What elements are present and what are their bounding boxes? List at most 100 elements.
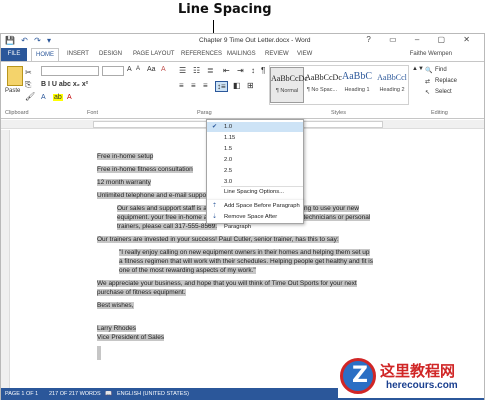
watermark-url: herecours.com (386, 380, 458, 391)
doc-line-warranty[interactable]: 12 month warranty (97, 179, 151, 186)
doc-line-support[interactable]: Unlimited telephone and e-mail suppor (97, 192, 209, 199)
style-no-spacing[interactable]: AaBbCcDc ¶ No Spac... (305, 67, 342, 103)
tab-mailings[interactable]: MAILINGS (227, 51, 256, 57)
styles-more-icon[interactable]: ▲▼ (412, 66, 424, 72)
copy-icon[interactable]: ⎘ (25, 80, 31, 90)
watermark-logo-letter: Z (352, 363, 368, 388)
format-painter-icon[interactable]: 🖌 (25, 92, 35, 101)
numbering-icon[interactable]: ☷ (193, 66, 200, 75)
option-label: 2.0 (224, 157, 233, 163)
show-marks-icon[interactable]: ¶ (261, 66, 265, 75)
option-label: Add Space Before Paragraph (224, 203, 300, 209)
sort-icon[interactable]: ↕ (251, 66, 255, 75)
multilevel-list-icon[interactable]: ≣ (207, 66, 214, 75)
find-button[interactable]: Find (435, 67, 447, 73)
tab-home[interactable]: HOME (31, 48, 59, 61)
select-button[interactable]: Select (435, 89, 452, 95)
proofing-icon[interactable]: 📖 (105, 391, 112, 397)
highlight-icon[interactable]: ab (53, 94, 63, 101)
doc-paragraph-appreciate[interactable]: We appreciate your business, and hope th… (97, 280, 357, 296)
tab-insert[interactable]: INSERT (67, 51, 89, 57)
site-watermark: Z 这里教程网 herecours.com (338, 356, 484, 398)
style-sample: AaBbCcDc (305, 73, 342, 82)
tab-view[interactable]: VIEW (297, 51, 312, 57)
style-sample: AaBbCcl (377, 73, 407, 82)
style-normal[interactable]: AaBbCcDc ¶ Normal (270, 67, 308, 103)
grow-font-icon[interactable]: A (127, 66, 132, 73)
user-name[interactable]: Faithe Wempen (410, 51, 452, 57)
style-heading-1[interactable]: AaBbC Heading 1 (340, 67, 374, 103)
bullets-icon[interactable]: ☰ (179, 66, 186, 75)
tab-page-layout[interactable]: PAGE LAYOUT (133, 51, 174, 57)
remove-space-after-item[interactable]: ⇣ Remove Space After Paragraph (207, 212, 303, 230)
line-spacing-option-1-15[interactable]: 1.15 (207, 133, 303, 143)
doc-line-setup[interactable]: Free in-home setup (97, 153, 154, 160)
title-bar: 💾 ↶ ↷ ▾ Chapter 9 Time Out Letter.docx -… (1, 34, 484, 48)
style-sample: AaBbC (342, 71, 372, 82)
change-case-icon[interactable]: Aa (147, 66, 156, 73)
vertical-ruler[interactable] (1, 130, 10, 388)
style-sample: AaBbCcDc (271, 74, 308, 83)
line-spacing-option-2-0[interactable]: 2.0 (207, 155, 303, 165)
option-label: 1.5 (224, 146, 233, 152)
paste-button-label[interactable]: Paste (5, 88, 20, 94)
decrease-indent-icon[interactable]: ⇤ (223, 66, 230, 75)
center-icon[interactable]: ≡ (191, 81, 196, 90)
doc-empty-line[interactable] (97, 346, 101, 360)
find-icon[interactable]: 🔍 (425, 67, 432, 74)
add-space-before-item[interactable]: ⇡ Add Space Before Paragraph (207, 201, 303, 211)
line-spacing-options-link[interactable]: Line Spacing Options... (207, 187, 303, 197)
group-clipboard-label: Clipboard (5, 110, 29, 116)
doc-paragraph-trainers[interactable]: Our trainers are invested in your succes… (97, 236, 339, 243)
line-spacing-option-2-5[interactable]: 2.5 (207, 166, 303, 176)
select-icon[interactable]: ↖ (425, 89, 430, 96)
style-label: Heading 2 (379, 87, 405, 93)
font-name-box[interactable] (41, 66, 99, 76)
doc-closing[interactable]: Best wishes, (97, 302, 134, 309)
tab-references[interactable]: REFERENCES (181, 51, 222, 57)
status-page[interactable]: PAGE 1 OF 1 (5, 391, 38, 397)
remove-space-icon: ⇣ (212, 214, 218, 220)
doc-line-consultation[interactable]: Free in-home fitness consultation (97, 166, 193, 173)
doc-signature-title[interactable]: Vice President of Sales (97, 334, 165, 341)
status-words[interactable]: 217 OF 217 WORDS (49, 391, 101, 397)
font-size-box[interactable] (102, 66, 124, 76)
borders-icon[interactable]: ⊞ (247, 81, 254, 90)
quick-access-toolbar[interactable]: 💾 ↶ ↷ ▾ (5, 36, 53, 45)
watermark-site-name: 这里教程网 (380, 362, 456, 380)
doc-signature-name[interactable]: Larry Rhodes (97, 325, 137, 332)
option-label: 1.0 (224, 124, 233, 130)
replace-button[interactable]: Replace (435, 78, 457, 84)
shrink-font-icon[interactable]: A (136, 66, 140, 72)
cut-icon[interactable]: ✂ (25, 68, 32, 77)
tab-file[interactable]: FILE (1, 48, 27, 61)
status-language[interactable]: ENGLISH (UNITED STATES) (117, 391, 189, 397)
font-color-icon[interactable]: A (67, 94, 72, 101)
option-label: Line Spacing Options... (224, 189, 284, 195)
text-effects-icon[interactable]: A (41, 94, 46, 101)
doc-quote[interactable]: "I really enjoy calling on new equipment… (119, 249, 373, 274)
line-spacing-option-1-0[interactable]: ✔ 1.0 (207, 122, 303, 132)
replace-icon[interactable]: ⇄ (425, 78, 430, 85)
group-font-label: Font (87, 110, 99, 116)
line-spacing-callout: Line Spacing (178, 2, 272, 17)
shading-icon[interactable]: ◧ (233, 81, 241, 90)
paste-icon[interactable] (7, 66, 23, 86)
style-heading-2[interactable]: AaBbCcl Heading 2 (375, 67, 409, 103)
increase-indent-icon[interactable]: ⇥ (237, 66, 244, 75)
clear-format-icon[interactable]: A (161, 66, 166, 73)
style-label: ¶ Normal (275, 88, 299, 94)
align-left-icon[interactable]: ≡ (179, 81, 184, 90)
window-controls[interactable]: ? ▭ – ▢ ✕ (366, 35, 478, 44)
option-label: 3.0 (224, 179, 233, 185)
line-spacing-option-1-5[interactable]: 1.5 (207, 144, 303, 154)
style-label: ¶ No Spac... (306, 87, 338, 93)
font-format-buttons[interactable]: B I U abc x₂ x² (41, 81, 88, 88)
tab-design[interactable]: DESIGN (99, 51, 122, 57)
line-spacing-button[interactable]: ↕≡ (215, 81, 228, 92)
ribbon-tabs: FILE HOME INSERT DESIGN PAGE LAYOUT REFE… (1, 48, 484, 61)
line-spacing-menu-spacing: ⇡ Add Space Before Paragraph ⇣ Remove Sp… (206, 200, 304, 230)
window-title: Chapter 9 Time Out Letter.docx - Word (199, 37, 311, 44)
tab-review[interactable]: REVIEW (265, 51, 289, 57)
align-right-icon[interactable]: ≡ (203, 81, 208, 90)
